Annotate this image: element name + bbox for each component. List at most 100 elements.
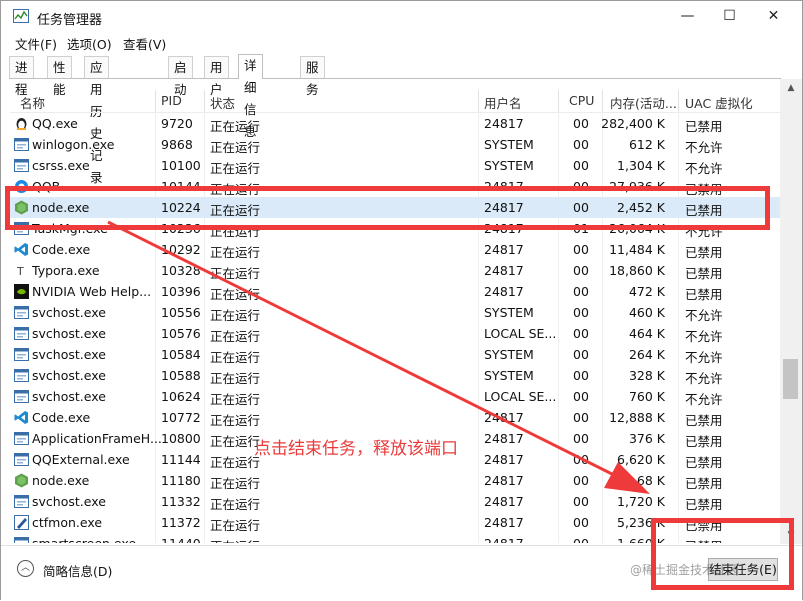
cell-name: svchost.exe (32, 326, 106, 341)
cell-user: LOCAL SE... (484, 389, 557, 404)
cell-user: 24817 (484, 515, 524, 530)
cell-pid: 10396 (161, 284, 201, 299)
cell-pid: 10100 (161, 158, 201, 173)
close-button[interactable]: ✕ (751, 1, 796, 31)
cell-mem: 1,720 K (617, 494, 665, 509)
cell-uac: 不允许 (685, 140, 723, 155)
table-row[interactable]: svchost.exe 10584 正在运行 SYSTEM 00 264 K 不允许 (10, 344, 780, 365)
cell-mem: 612 K (628, 137, 665, 152)
table-row[interactable]: smartscreen.exe 11440 正在运行 24817 00 1,660 K 已禁… (10, 533, 780, 543)
column-divider[interactable] (155, 90, 156, 112)
column-cpu[interactable]: CPU (569, 93, 594, 108)
tab-users[interactable]: 用户 (204, 56, 229, 97)
table-row[interactable]: winlogon.exe 9868 正在运行 SYSTEM 00 612 K 不允许 (10, 134, 780, 155)
title-bar[interactable]: 任务管理器 — ☐ ✕ (1, 1, 802, 31)
nvidia-icon (14, 284, 29, 299)
column-name[interactable]: 名称 (20, 93, 45, 112)
cell-uac: 已禁用 (685, 266, 723, 281)
cell-cpu: 00 (573, 116, 589, 131)
table-row[interactable]: Code.exe 10772 正在运行 24817 00 12,888 K 已禁用 (10, 407, 780, 428)
minimize-button[interactable]: — (665, 1, 710, 31)
cell-status: 正在运行 (210, 182, 261, 197)
cell-status: 正在运行 (210, 203, 261, 218)
cell-mem: 1,304 K (617, 158, 665, 173)
cell-cpu: 00 (573, 137, 589, 152)
tab-app-history[interactable]: 应用历史记录 (84, 56, 109, 185)
cell-name: csrss.exe (32, 158, 90, 173)
cell-user: 24817 (484, 473, 524, 488)
system-window-icon (14, 348, 29, 361)
cell-user: 24817 (484, 431, 524, 446)
column-pid[interactable]: PID (161, 93, 182, 108)
tab-services[interactable]: 服务 (300, 56, 325, 97)
column-divider[interactable] (602, 90, 603, 112)
tab-details[interactable]: 详细信息 (238, 54, 263, 139)
cell-uac: 不允许 (685, 308, 723, 323)
tab-performance[interactable]: 性能 (47, 56, 72, 97)
fewer-details-link[interactable]: 简略信息(D) (43, 561, 112, 580)
column-status[interactable]: 状态 (210, 93, 235, 112)
table-row-selected[interactable]: node.exe 10224 正在运行 24817 00 2,452 K 已禁用 (10, 197, 780, 218)
cell-status: 正在运行 (210, 518, 261, 533)
tab-startup[interactable]: 启动 (168, 56, 193, 97)
task-manager-app-icon (13, 9, 29, 23)
cell-pid: 10584 (161, 347, 201, 362)
scroll-down-icon[interactable]: ▼ (780, 526, 802, 544)
table-row[interactable]: csrss.exe 10100 正在运行 SYSTEM 00 1,304 K 不允许 (10, 155, 780, 176)
table-row[interactable]: TaskMgr.exe 10236 正在运行 24817 01 26,064 K 不允许 (10, 218, 780, 239)
table-row[interactable]: svchost.exe 10588 正在运行 SYSTEM 00 328 K 不允许 (10, 365, 780, 386)
vscode-icon (14, 243, 28, 256)
process-table: QQ.exe 9720 正在运行 24817 00 282,400 K 已禁用 winlogo… (10, 113, 780, 543)
cell-pid: 11372 (161, 515, 201, 530)
menu-file[interactable]: 文件(F) (15, 34, 57, 53)
nodejs-hexagon-icon (15, 200, 28, 215)
table-row[interactable]: QQB 10144 正在运行 24817 00 27,936 K 已禁用 (10, 176, 780, 197)
system-window-icon (14, 138, 29, 151)
maximize-button[interactable]: ☐ (707, 1, 752, 31)
table-row[interactable]: node.exe 11180 正在运行 24817 00 68 K 已禁用 (10, 470, 780, 491)
cell-name: Code.exe (32, 242, 91, 257)
table-row[interactable]: NVIDIA Web Help... 10396 正在运行 24817 00 472 K 已… (10, 281, 780, 302)
table-row[interactable]: svchost.exe 10624 正在运行 LOCAL SE... 00 760 K 不允… (10, 386, 780, 407)
column-divider[interactable] (478, 90, 479, 112)
cell-name: node.exe (32, 473, 90, 488)
cell-name: ctfmon.exe (32, 515, 103, 530)
column-divider[interactable] (678, 90, 679, 112)
cell-pid: 10556 (161, 305, 201, 320)
table-row[interactable]: ctfmon.exe 11372 正在运行 24817 00 5,236 K 已禁用 (10, 512, 780, 533)
cell-mem: 26,064 K (609, 221, 665, 236)
column-memory[interactable]: 内存(活动... (610, 93, 677, 112)
cell-name: smartscreen.exe (32, 536, 136, 543)
column-divider[interactable] (204, 90, 205, 112)
cell-user: 24817 (484, 221, 524, 236)
cell-user: SYSTEM (484, 305, 534, 320)
cell-mem: 472 K (628, 284, 665, 299)
scroll-up-icon[interactable]: ▲ (780, 79, 802, 97)
cell-cpu: 00 (573, 494, 589, 509)
cell-status: 正在运行 (210, 392, 261, 407)
table-row[interactable]: svchost.exe 10556 正在运行 SYSTEM 00 460 K 不允许 (10, 302, 780, 323)
table-row[interactable]: svchost.exe 10576 正在运行 LOCAL SE... 00 464 K 不允… (10, 323, 780, 344)
menu-view[interactable]: 查看(V) (123, 34, 166, 53)
qq-penguin-icon (16, 118, 27, 130)
column-divider[interactable] (558, 90, 559, 112)
cell-status: 正在运行 (210, 245, 261, 260)
table-row[interactable]: svchost.exe 11332 正在运行 24817 00 1,720 K 已禁用 (10, 491, 780, 512)
chevron-up-icon[interactable]: ︿ (17, 560, 34, 577)
column-uac[interactable]: UAC 虚拟化 (685, 93, 753, 112)
cell-uac: 已禁用 (685, 203, 723, 218)
column-username[interactable]: 用户名 (484, 93, 522, 112)
cell-pid: 10224 (161, 200, 201, 215)
tab-processes[interactable]: 进程 (9, 56, 34, 97)
table-row[interactable]: Code.exe 10292 正在运行 24817 00 11,484 K 已禁用 (10, 239, 780, 260)
cell-user: 24817 (484, 494, 524, 509)
vertical-scrollbar[interactable]: ▲ ▼ (780, 79, 802, 544)
table-row[interactable]: T Typora.exe 10328 正在运行 24817 00 18,860 K 已禁用 (10, 260, 780, 281)
system-window-icon (14, 327, 29, 340)
table-row[interactable]: QQ.exe 9720 正在运行 24817 00 282,400 K 已禁用 (10, 113, 780, 134)
cell-mem: 460 K (628, 305, 665, 320)
menu-options[interactable]: 选项(O) (67, 34, 112, 53)
cell-cpu: 00 (573, 410, 589, 425)
cell-pid: 10772 (161, 410, 201, 425)
scrollbar-thumb[interactable] (783, 359, 798, 399)
